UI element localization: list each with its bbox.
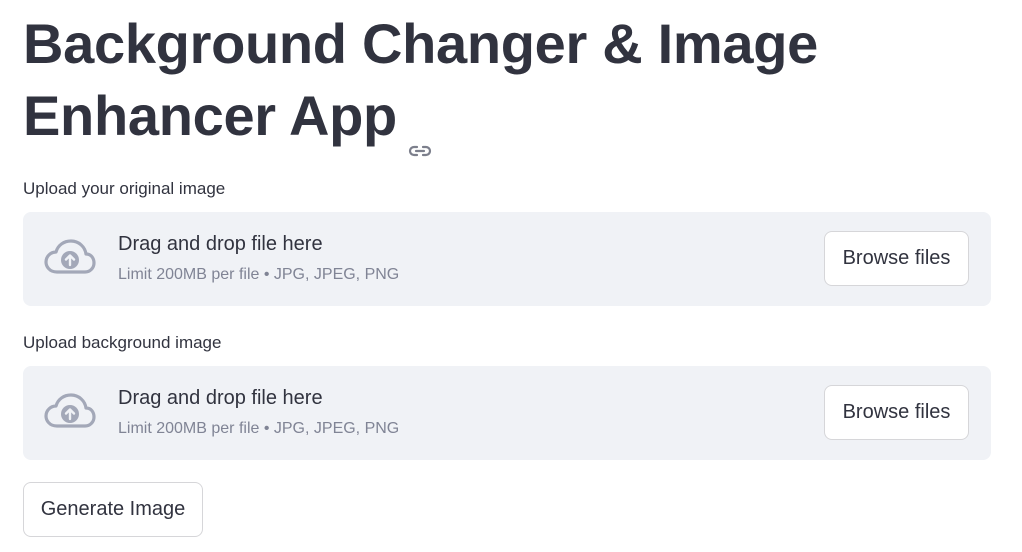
background-image-label: Upload background image (23, 333, 222, 352)
original-image-dropzone[interactable]: Drag and drop file here Limit 200MB per … (23, 212, 991, 306)
link-icon[interactable] (407, 106, 433, 157)
app-page: Background Changer & Image Enhancer App … (0, 0, 1022, 552)
page-title-text: Background Changer & Image Enhancer App (23, 12, 819, 147)
browse-files-button[interactable]: Browse files (824, 385, 969, 440)
dropzone-limit-text: Limit 200MB per file • JPG, JPEG, PNG (118, 420, 400, 437)
cloud-upload-icon (43, 392, 97, 434)
dropzone-instructions: Drag and drop file here (118, 233, 323, 255)
cloud-upload-icon (43, 238, 97, 280)
browse-files-button[interactable]: Browse files (824, 231, 969, 286)
dropzone-instructions: Drag and drop file here (118, 387, 323, 409)
dropzone-limit-text: Limit 200MB per file • JPG, JPEG, PNG (118, 266, 400, 283)
page-title: Background Changer & Image Enhancer App (23, 8, 923, 157)
background-image-dropzone[interactable]: Drag and drop file here Limit 200MB per … (23, 366, 991, 460)
original-image-label: Upload your original image (23, 179, 226, 198)
generate-image-button[interactable]: Generate Image (23, 482, 203, 537)
